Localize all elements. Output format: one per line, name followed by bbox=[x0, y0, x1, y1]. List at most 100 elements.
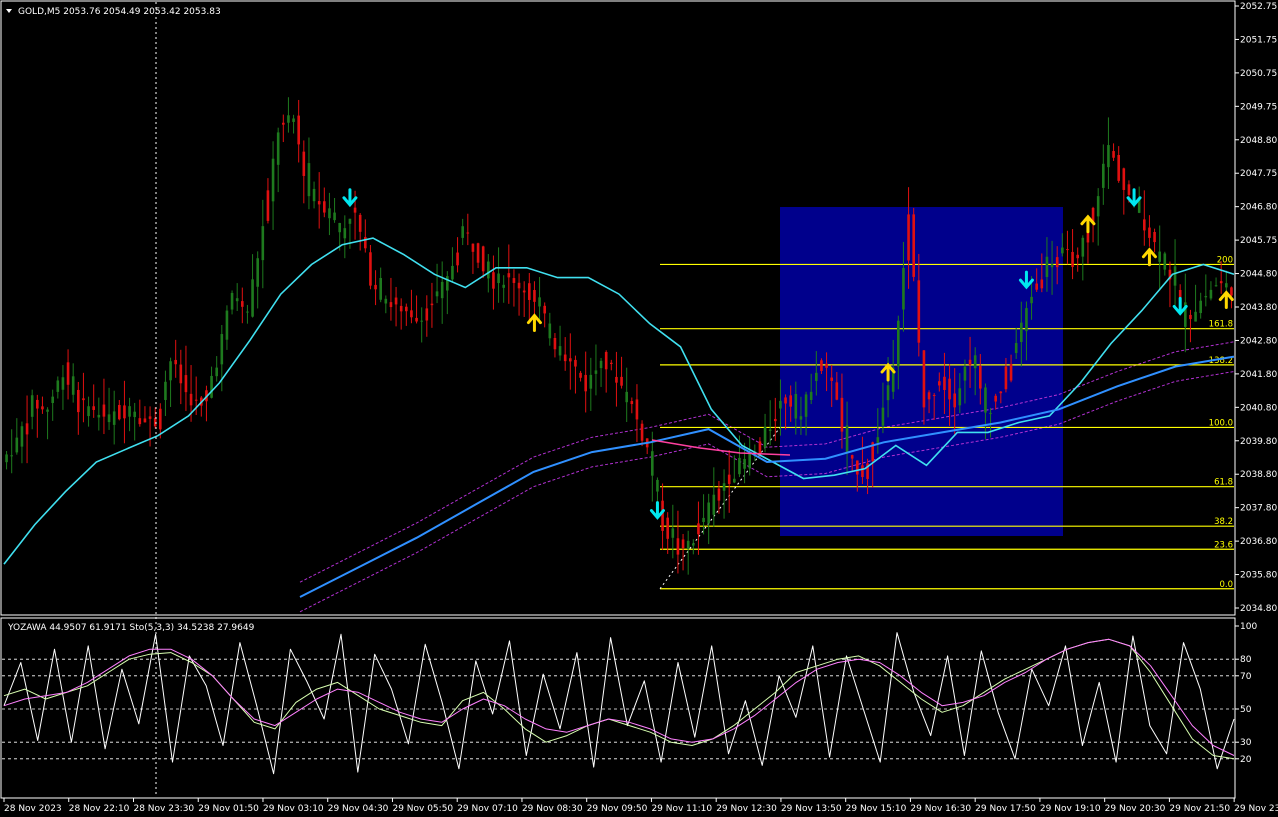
candle-body bbox=[958, 388, 962, 406]
candle-body bbox=[1014, 343, 1018, 353]
candle-body bbox=[845, 425, 849, 453]
candle-body bbox=[25, 423, 29, 435]
candle-body bbox=[635, 399, 639, 420]
candle-body bbox=[533, 290, 536, 302]
price-tick-label: 2052.75 bbox=[1240, 2, 1277, 12]
candle-body bbox=[123, 405, 126, 419]
candle-body bbox=[241, 301, 244, 307]
fib-label: 161.8 bbox=[1209, 320, 1233, 330]
candle-body bbox=[451, 265, 454, 280]
candle-body bbox=[358, 214, 362, 232]
candle-body bbox=[10, 455, 13, 457]
candle-body bbox=[118, 404, 121, 420]
candle-body bbox=[1209, 289, 1213, 299]
symbol-info: GOLD,M5 2053.76 2054.49 2053.42 2053.83 bbox=[18, 7, 221, 17]
candle-body bbox=[77, 389, 80, 413]
candle-body bbox=[210, 375, 213, 398]
candle-body bbox=[1163, 253, 1167, 270]
candle-body bbox=[620, 376, 623, 386]
candle-body bbox=[1230, 287, 1233, 296]
candle-body bbox=[630, 401, 634, 405]
candle-body bbox=[1148, 227, 1151, 238]
candle-body bbox=[1045, 256, 1049, 277]
time-tick-label: 29 Nov 05:50 bbox=[392, 804, 453, 814]
osc-tick-label: 20 bbox=[1240, 755, 1252, 765]
candle-body bbox=[809, 391, 813, 400]
time-tick-label: 29 Nov 04:30 bbox=[328, 804, 389, 814]
candle-body bbox=[1127, 184, 1131, 195]
candle-body bbox=[1040, 279, 1044, 289]
candle-body bbox=[148, 416, 152, 419]
candle-body bbox=[246, 311, 249, 313]
candle-body bbox=[415, 317, 418, 322]
candle-body bbox=[830, 377, 833, 381]
candle-body bbox=[348, 218, 352, 224]
osc-tick-label: 70 bbox=[1240, 672, 1252, 682]
candle-body bbox=[220, 334, 224, 365]
candle-body bbox=[61, 377, 65, 390]
candle-body bbox=[1076, 254, 1079, 259]
candle-body bbox=[727, 474, 731, 484]
candle-body bbox=[112, 411, 116, 425]
candle-body bbox=[1107, 145, 1110, 168]
candle-body bbox=[1055, 257, 1059, 268]
candle-body bbox=[410, 310, 413, 318]
time-tick-label: 29 Nov 08:30 bbox=[522, 804, 583, 814]
fib-label: 200 bbox=[1217, 255, 1233, 265]
candle-body bbox=[1009, 363, 1013, 381]
candle-body bbox=[671, 528, 675, 538]
candle-body bbox=[143, 418, 147, 423]
fib-label: 0.0 bbox=[1219, 580, 1233, 590]
candle-body bbox=[82, 398, 85, 401]
candle-body bbox=[1071, 251, 1074, 267]
candle-body bbox=[456, 252, 459, 266]
candle-body bbox=[779, 400, 782, 409]
candle-body bbox=[425, 308, 429, 321]
candle-body bbox=[1081, 237, 1085, 257]
candle-body bbox=[676, 538, 680, 555]
candle-body bbox=[92, 406, 95, 410]
candle-body bbox=[584, 374, 587, 392]
candle-body bbox=[512, 278, 516, 283]
time-tick-label: 29 Nov 03:10 bbox=[263, 804, 324, 814]
candle-body bbox=[36, 399, 39, 409]
candle-body bbox=[51, 396, 54, 404]
candle-body bbox=[481, 246, 485, 272]
candle-body bbox=[1189, 314, 1192, 320]
price-tick-label: 2048.80 bbox=[1240, 136, 1277, 146]
candle-body bbox=[820, 360, 823, 371]
candle-body bbox=[794, 393, 798, 419]
time-tick-label: 29 Nov 11:10 bbox=[651, 804, 712, 814]
candle-body bbox=[374, 284, 377, 290]
candle-body bbox=[722, 483, 726, 491]
candle-body bbox=[528, 283, 531, 300]
price-tick-label: 2050.75 bbox=[1240, 69, 1277, 79]
candle-body bbox=[184, 375, 188, 393]
time-tick-label: 29 Nov 13:50 bbox=[781, 804, 842, 814]
candle-body bbox=[656, 479, 659, 492]
fib-label: 23.6 bbox=[1214, 540, 1233, 550]
candle-body bbox=[128, 406, 131, 417]
candle-body bbox=[861, 465, 864, 478]
candle-body bbox=[599, 360, 603, 369]
candle-body bbox=[1030, 296, 1033, 304]
candle-body bbox=[1102, 163, 1105, 188]
candle-body bbox=[651, 451, 654, 476]
candle-body bbox=[282, 122, 285, 125]
candle-body bbox=[56, 380, 60, 392]
candle-body bbox=[302, 151, 306, 176]
fib-label: 38.2 bbox=[1214, 517, 1233, 527]
candle-body bbox=[107, 414, 111, 423]
trading-chart[interactable]: 200161.8138.2100.061.838.223.60.0 2052.7… bbox=[0, 0, 1278, 817]
candle-body bbox=[394, 297, 398, 305]
candle-body bbox=[379, 278, 382, 300]
candle-body bbox=[169, 361, 172, 381]
price-tick-label: 2036.80 bbox=[1240, 537, 1277, 547]
candle-body bbox=[225, 310, 229, 340]
candle-body bbox=[287, 115, 290, 123]
candle-body bbox=[466, 232, 470, 234]
candle-body bbox=[1066, 249, 1069, 251]
indicator-info: YOZAWA 44.9507 61.9171 Sto(5,3,3) 34.523… bbox=[7, 623, 255, 633]
candle-body bbox=[886, 385, 890, 401]
time-tick-label: 28 Nov 23:30 bbox=[133, 804, 194, 814]
